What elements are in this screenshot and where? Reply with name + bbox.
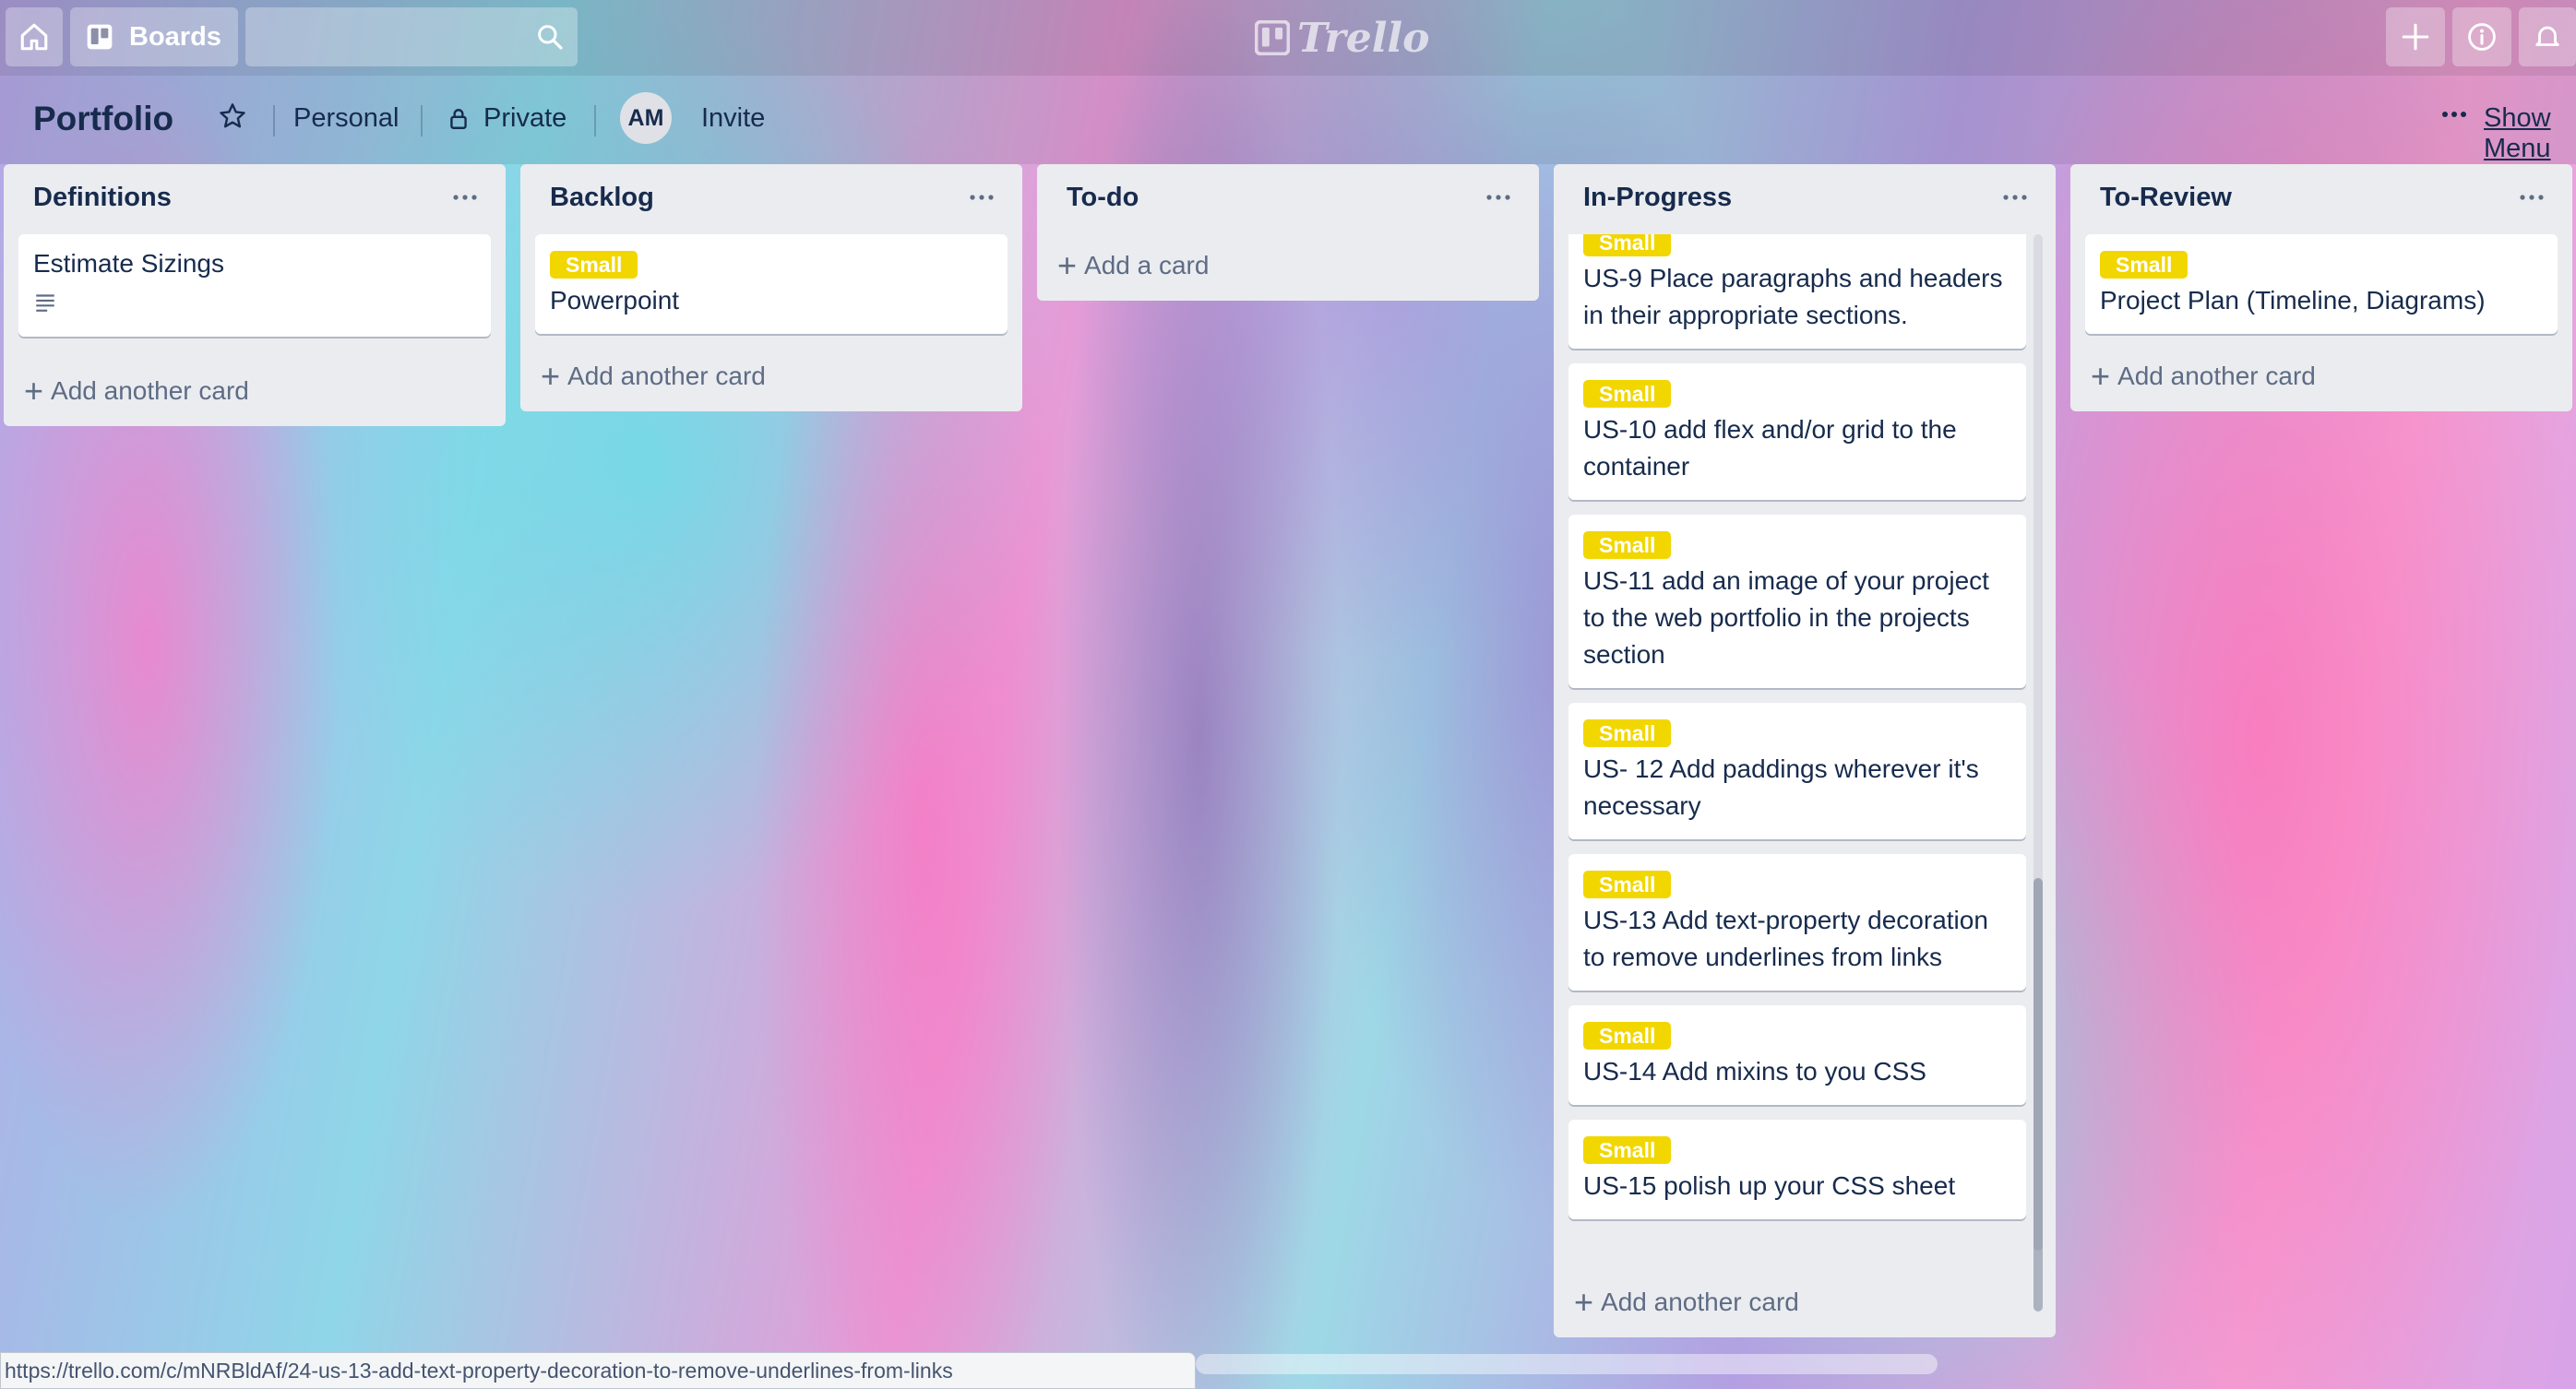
create-button[interactable] (2386, 7, 2445, 66)
card[interactable]: Small Powerpoint (535, 234, 1008, 334)
list-title[interactable]: To-do (1037, 164, 1539, 234)
more-icon[interactable] (2441, 111, 2467, 118)
card-label-small[interactable]: Small (1583, 719, 1672, 747)
card-title: US-14 Add mixins to you CSS (1583, 1057, 1926, 1086)
card-label-small[interactable]: Small (1583, 871, 1672, 898)
list-title[interactable]: Backlog (520, 164, 1022, 234)
search-icon (538, 25, 563, 50)
status-bar-url: https://trello.com/c/mNRBldAf/24-us-13-a… (0, 1352, 1196, 1389)
card[interactable]: Small US-13 Add text-property decoration… (1568, 854, 2026, 991)
trello-logo[interactable]: Trello (1255, 13, 1430, 63)
add-card-button[interactable]: + Add a card (1057, 246, 1210, 284)
search-input[interactable] (245, 7, 578, 66)
card-title: Powerpoint (550, 286, 680, 315)
add-card-button[interactable]: + Add another card (1574, 1283, 1799, 1321)
add-card-label: Add another card (51, 376, 249, 405)
card-label-small[interactable]: Small (1583, 1136, 1672, 1164)
card-label-small[interactable]: Small (550, 251, 638, 279)
card[interactable]: Small US-14 Add mixins to you CSS (1568, 1005, 2026, 1105)
card-label-small[interactable]: Small (1583, 234, 1672, 256)
add-card-label: Add another card (567, 362, 766, 390)
card-title: US-15 polish up your CSS sheet (1583, 1171, 1956, 1200)
list-menu-icon[interactable] (1997, 179, 2033, 216)
add-card-label: Add a card (1084, 251, 1210, 279)
card-title: US-9 Place paragraphs and headers in the… (1583, 264, 2003, 329)
list-definitions: Definitions Estimate Sizings + Add anoth… (4, 164, 506, 426)
lock-icon (450, 108, 467, 129)
trello-logo-text: Trello (1297, 14, 1430, 62)
card[interactable]: Small US-11 add an image of your project… (1568, 515, 2026, 688)
info-icon (2468, 23, 2496, 51)
list-title[interactable]: To-Review (2070, 164, 2572, 234)
card-label-small[interactable]: Small (1583, 1022, 1672, 1050)
list-menu-icon[interactable] (963, 179, 1000, 216)
list-menu-icon[interactable] (2513, 179, 2550, 216)
card-list: Estimate Sizings (18, 234, 491, 337)
card-label-small[interactable]: Small (1583, 380, 1672, 408)
card[interactable]: Estimate Sizings (18, 234, 491, 337)
plus-icon: + (24, 372, 44, 410)
boards-icon (87, 24, 113, 50)
add-card-label: Add another card (2117, 362, 2316, 390)
visibility-label: Private (483, 103, 567, 133)
plus-icon: + (1574, 1283, 1594, 1321)
board-header: Portfolio Personal Private AM Invite Sho… (0, 76, 2576, 164)
info-button[interactable] (2452, 7, 2511, 66)
board-horizontal-scrollbar[interactable] (1196, 1354, 1938, 1374)
notifications-button[interactable] (2519, 7, 2576, 66)
card-list: Small Project Plan (Timeline, Diagrams) (2085, 234, 2558, 334)
add-card-label: Add another card (1601, 1288, 1799, 1316)
team-button[interactable]: Personal (293, 103, 399, 134)
add-card-button[interactable]: + Add another card (541, 357, 766, 395)
invite-button[interactable]: Invite (701, 103, 765, 134)
trello-logo-icon (1255, 20, 1290, 55)
visibility-button[interactable]: Private (447, 103, 566, 134)
home-icon (20, 23, 48, 51)
plus-icon: + (1057, 246, 1078, 284)
card[interactable]: Small US- 12 Add paddings wherever it's … (1568, 703, 2026, 839)
scrollbar-thumb[interactable] (2033, 878, 2043, 1312)
card-title: US-11 add an image of your project to th… (1583, 566, 1989, 669)
add-card-button[interactable]: + Add another card (24, 372, 249, 410)
card-title: Estimate Sizings (33, 249, 224, 278)
list-title[interactable]: In-Progress (1554, 164, 2056, 234)
card-title: US-13 Add text-property decoration to re… (1583, 906, 1988, 971)
card[interactable]: Small US-9 Place paragraphs and headers … (1568, 234, 2026, 349)
card[interactable]: Small Project Plan (Timeline, Diagrams) (2085, 234, 2558, 334)
divider (273, 105, 275, 137)
card-list: Small Powerpoint (535, 234, 1008, 334)
card-list[interactable]: Small US-9 Place paragraphs and headers … (1568, 234, 2026, 1251)
card-label-small[interactable]: Small (2100, 251, 2188, 279)
star-button[interactable] (218, 101, 247, 131)
divider (421, 105, 423, 137)
card-title: US-10 add flex and/or grid to the contai… (1583, 415, 1957, 481)
card-title: Project Plan (Timeline, Diagrams) (2100, 286, 2486, 315)
list-to-review: To-Review Small Project Plan (Timeline, … (2070, 164, 2572, 411)
card[interactable]: Small US-10 add flex and/or grid to the … (1568, 363, 2026, 500)
list-backlog: Backlog Small Powerpoint + Add another c… (520, 164, 1022, 411)
boards-button[interactable]: Boards (70, 7, 238, 66)
show-menu-button[interactable]: Show Menu (2484, 103, 2576, 164)
boards-label: Boards (129, 21, 221, 52)
plus-icon: + (541, 357, 561, 395)
card[interactable]: Small US-15 polish up your CSS sheet (1568, 1120, 2026, 1219)
list-title[interactable]: Definitions (4, 164, 506, 234)
description-icon (36, 294, 54, 312)
divider (594, 105, 596, 137)
list-in-progress: In-Progress Small US-9 Place paragraphs … (1554, 164, 2056, 1337)
star-icon (220, 103, 245, 128)
card-title: US- 12 Add paddings wherever it's necess… (1583, 754, 1979, 820)
list-menu-icon[interactable] (1480, 179, 1517, 216)
home-button[interactable] (6, 7, 63, 66)
top-header-bar: Boards Trello (0, 0, 2576, 76)
board-title[interactable]: Portfolio (33, 100, 173, 138)
list-todo: To-do + Add a card (1037, 164, 1539, 301)
plus-icon (2402, 23, 2429, 51)
plus-icon: + (2091, 357, 2111, 395)
add-card-button[interactable]: + Add another card (2091, 357, 2316, 395)
bell-icon (2535, 26, 2559, 46)
list-menu-icon[interactable] (447, 179, 483, 216)
avatar[interactable]: AM (620, 92, 672, 144)
card-label-small[interactable]: Small (1583, 531, 1672, 559)
